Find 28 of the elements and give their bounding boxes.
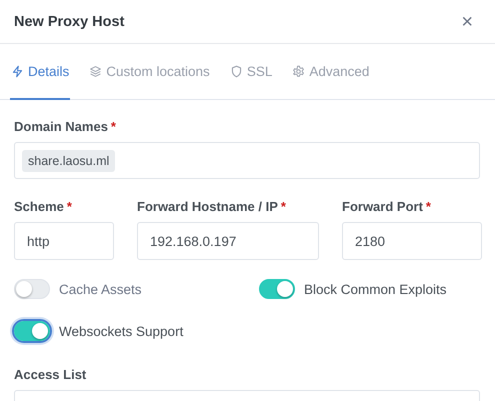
tab[interactable]: Details <box>10 44 70 100</box>
shield-icon <box>230 64 243 78</box>
required-mark: * <box>280 199 286 214</box>
toggle-label: Block Common Exploits <box>304 282 447 296</box>
required-mark: * <box>426 199 431 214</box>
dialog-title: New Proxy Host <box>14 14 124 30</box>
field-label: Forward Port <box>342 199 423 214</box>
field-label: Access List <box>14 367 86 382</box>
field-label: Scheme <box>14 199 64 214</box>
required-mark: * <box>66 199 72 214</box>
tab[interactable]: SSL <box>228 44 274 100</box>
input-field[interactable]: 2180 <box>342 222 482 260</box>
required-mark: * <box>110 119 116 134</box>
input-field[interactable]: 192.168.0.197 <box>137 222 319 260</box>
input-field[interactable]: http <box>14 222 114 260</box>
domain-names-field[interactable]: share.laosu.ml <box>14 142 480 179</box>
domain-tag: share.laosu.ml <box>22 150 116 172</box>
field-label: Forward Hostname / IP <box>137 199 278 214</box>
close-button[interactable]: × <box>459 12 475 32</box>
toggle-label: Websockets Support <box>59 324 184 338</box>
layers-icon <box>89 64 102 78</box>
toggle-switch[interactable] <box>259 279 295 299</box>
tab[interactable]: Advanced <box>291 44 370 100</box>
tab[interactable]: Custom locations <box>88 44 211 100</box>
field-label: Domain Names <box>14 119 108 134</box>
settings-icon <box>292 64 306 78</box>
toggle-label: Cache Assets <box>59 282 142 296</box>
bolt-icon <box>11 64 24 78</box>
